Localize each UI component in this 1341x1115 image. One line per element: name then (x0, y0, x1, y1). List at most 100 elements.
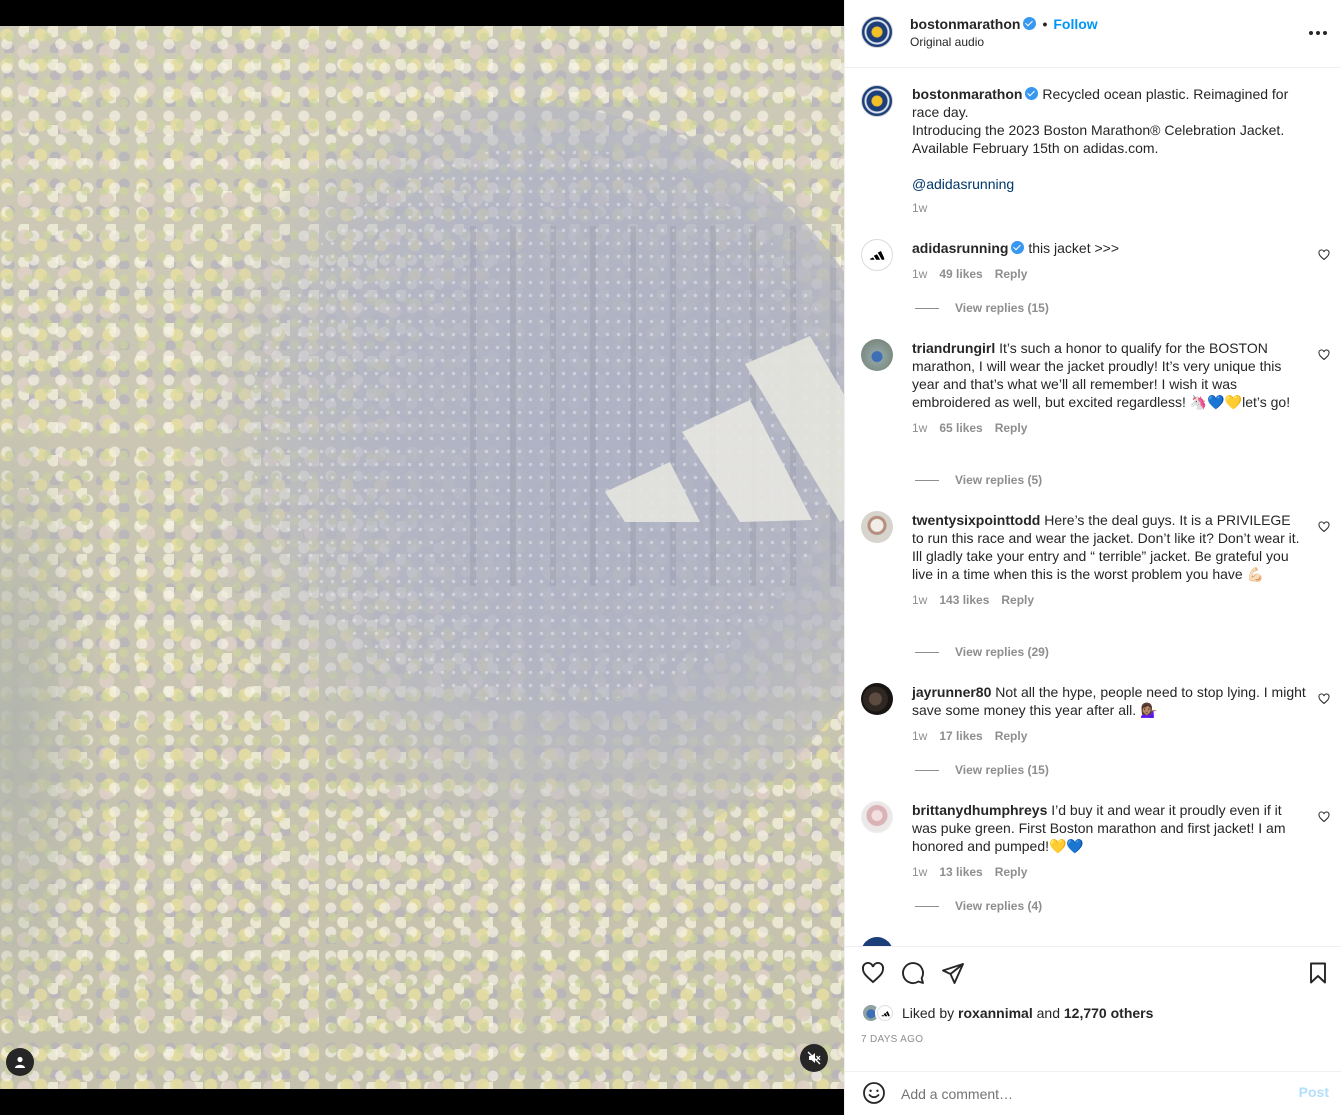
reply-button[interactable]: Reply (1001, 591, 1034, 609)
view-replies-button[interactable]: View replies (15) (915, 301, 1049, 315)
view-replies-label[interactable]: View replies (15) (955, 301, 1049, 315)
comment-text: brittanydhumphreys I’d buy it and wear i… (912, 801, 1306, 855)
reply-button[interactable]: Reply (995, 419, 1028, 437)
add-comment-bar: Post (845, 1071, 1341, 1115)
comment-text: triandrungirl It’s such a honor to quali… (912, 339, 1306, 411)
comment-time[interactable]: 1w (912, 863, 927, 881)
caption-avatar[interactable] (861, 85, 893, 117)
view-replies-button[interactable]: View replies (5) (915, 473, 1042, 487)
comment-likes[interactable]: 143 likes (939, 591, 989, 609)
comment-avatar[interactable] (861, 511, 893, 543)
comment-username[interactable]: brittanydhumphreys (912, 802, 1047, 818)
adidas-logo-mark (600, 322, 844, 532)
liked-by-prefix: Liked by (902, 1005, 955, 1021)
comment-avatar[interactable] (861, 683, 893, 715)
comment-username[interactable]: triandrungirl (912, 340, 995, 356)
audio-link[interactable]: Original audio (910, 35, 984, 49)
view-replies-button[interactable]: View replies (29) (915, 645, 1049, 659)
replies-divider (915, 479, 939, 481)
comment-meta: 1w 17 likes Reply (912, 727, 1306, 745)
caption-username[interactable]: bostonmarathon (912, 86, 1022, 102)
comment-likes[interactable]: 49 likes (939, 265, 982, 283)
liked-by-row: Liked by roxannimal and 12,770 others (861, 1003, 1153, 1023)
comment-time[interactable]: 1w (912, 591, 927, 609)
comment-text: twentysixpointtodd Here’s the deal guys.… (912, 511, 1306, 583)
comment-username[interactable]: twentysixpointtodd (912, 512, 1040, 528)
view-replies-label[interactable]: View replies (15) (955, 763, 1049, 777)
header-separator: • (1042, 16, 1048, 32)
replies-divider (915, 307, 939, 309)
reply-button[interactable]: Reply (995, 265, 1028, 283)
heart-icon[interactable] (861, 961, 885, 985)
paper-plane-icon[interactable] (941, 961, 965, 985)
post-side-panel: bostonmarathon • Follow Original audio bos… (844, 0, 1341, 1115)
replies-divider (915, 651, 939, 653)
caption-line-2: Introducing the 2023 Boston Marathon® Ce… (912, 122, 1285, 156)
comment-avatar[interactable] (861, 801, 893, 833)
comment-input[interactable] (901, 1083, 1271, 1105)
header-title: bostonmarathon • Follow (910, 16, 1098, 32)
comment-likes[interactable]: 17 likes (939, 727, 982, 745)
reel-video[interactable] (0, 26, 844, 1089)
comment-likes[interactable]: 65 likes (939, 419, 982, 437)
comment-time[interactable]: 1w (912, 419, 927, 437)
comment-avatar[interactable] (861, 239, 893, 271)
view-replies-button[interactable]: View replies (4) (915, 899, 1042, 913)
comment-time[interactable]: 1w (912, 265, 927, 283)
post-header: bostonmarathon • Follow Original audio (845, 0, 1341, 68)
reply-button[interactable]: Reply (995, 727, 1028, 745)
comment-like-heart-icon[interactable] (1318, 249, 1330, 261)
caption-text: bostonmarathon Recycled ocean plastic. R… (912, 85, 1306, 121)
comment-text: jayrunner80 Not all the hype, people nee… (912, 683, 1306, 719)
comment-like-heart-icon[interactable] (1318, 349, 1330, 361)
bookmark-icon[interactable] (1306, 961, 1330, 985)
comment-like-heart-icon[interactable] (1318, 811, 1330, 823)
comment-like-heart-icon[interactable] (1318, 521, 1330, 533)
comment-time[interactable]: 1w (912, 727, 927, 745)
caption-time[interactable]: 1w (912, 199, 927, 217)
comment-text: adidasrunning this jacket >>> (912, 239, 1306, 257)
view-replies-button[interactable]: View replies (15) (915, 763, 1049, 777)
comment-username[interactable]: jayrunner80 (912, 684, 991, 700)
comment-username[interactable]: adidasrunning (912, 240, 1008, 256)
reply-button[interactable]: Reply (995, 863, 1028, 881)
caption-body: bostonmarathon Recycled ocean plastic. R… (912, 85, 1306, 217)
comments-list[interactable]: bostonmarathon Recycled ocean plastic. R… (845, 69, 1341, 946)
comment-avatar[interactable] (861, 339, 893, 371)
replies-divider (915, 905, 939, 907)
user-silhouette-icon[interactable] (6, 1048, 34, 1076)
comment-bubble-icon[interactable] (901, 961, 925, 985)
post-time-ago[interactable]: 7 DAYS AGO (861, 1034, 923, 1045)
comment-content: this jacket >>> (1028, 240, 1120, 256)
media-pane (0, 0, 844, 1115)
smiley-face-icon[interactable] (862, 1081, 886, 1105)
comment-body: triandrungirl It’s such a honor to quali… (912, 339, 1306, 437)
comment-like-heart-icon[interactable] (1318, 693, 1330, 705)
comment-meta: 1w 65 likes Reply (912, 419, 1306, 437)
post-actions-footer: Liked by roxannimal and 12,770 others 7 … (845, 946, 1341, 1115)
caption-meta: 1w (912, 199, 1306, 217)
comment-body: brittanydhumphreys I’d buy it and wear i… (912, 801, 1306, 881)
verified-badge-icon (1011, 241, 1025, 254)
header-username[interactable]: bostonmarathon (910, 16, 1020, 32)
liked-by-others[interactable]: 12,770 others (1064, 1005, 1154, 1021)
comment-likes[interactable]: 13 likes (939, 863, 982, 881)
liker-avatar[interactable] (875, 1003, 895, 1023)
account-avatar[interactable] (861, 16, 893, 48)
adidas-logo-icon (880, 1010, 890, 1016)
view-replies-label[interactable]: View replies (4) (955, 899, 1042, 913)
more-horizontal-icon[interactable] (1306, 24, 1330, 42)
post-viewer: bostonmarathon • Follow Original audio bos… (0, 0, 1341, 1115)
caption-mention[interactable]: @adidasrunning (912, 175, 1306, 193)
comment-meta: 1w 13 likes Reply (912, 863, 1306, 881)
follow-button[interactable]: Follow (1053, 16, 1097, 32)
view-replies-label[interactable]: View replies (29) (955, 645, 1049, 659)
comment-avatar[interactable] (861, 937, 893, 946)
view-replies-label[interactable]: View replies (5) (955, 473, 1042, 487)
comment-body: jayrunner80 Not all the hype, people nee… (912, 683, 1306, 745)
post-button[interactable]: Post (1299, 1084, 1329, 1100)
comment-body: adidasrunning this jacket >>> 1w 49 likes… (912, 239, 1306, 283)
speaker-muted-icon[interactable] (800, 1044, 828, 1072)
liked-by-user[interactable]: roxannimal (958, 1005, 1033, 1021)
